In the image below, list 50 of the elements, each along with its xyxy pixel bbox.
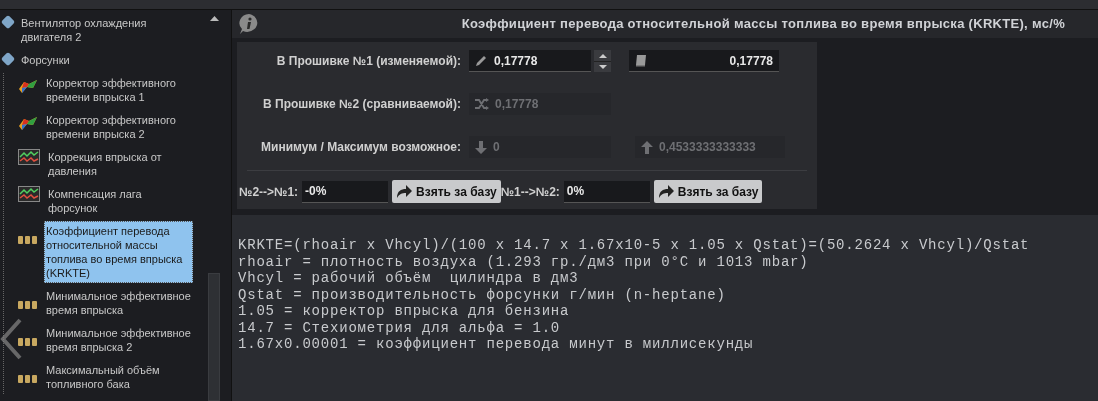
arrow-up-icon (641, 140, 653, 154)
caret-up-icon (598, 53, 607, 58)
tree-item[interactable]: Коэффициент перевода относительной массы топлива во время впрыска (KRKTE) (44, 221, 193, 283)
tree-item[interactable]: Корректор эффективного времени впрыска 1 (44, 73, 193, 107)
tree-item[interactable]: Вентилятор охлаждения двигателя 2 (19, 13, 193, 47)
field-label: В Прошивке №2 (сравниваемой): (262, 96, 462, 113)
decrement-button[interactable] (594, 61, 611, 72)
scrollbar-thumb[interactable] (208, 273, 220, 401)
arrow-down-icon (475, 140, 487, 154)
tree-item[interactable]: Корректор эффективного времени впрыска 2 (44, 110, 193, 144)
pencil-icon (475, 54, 488, 67)
percent-field[interactable]: -0% (302, 180, 389, 203)
percent-field[interactable]: 0% (563, 180, 650, 203)
field-label: В Прошивке №1 (изменяемой): (275, 53, 462, 70)
chart-icon (18, 149, 40, 165)
description-line: Vhcyl = рабочий объём цилиндра в дм3 (238, 270, 580, 287)
constant-icon (18, 235, 38, 245)
caret-down-icon (598, 65, 607, 69)
constant-icon (18, 337, 38, 347)
redo-arrow-icon (396, 185, 413, 198)
constant-icon (18, 300, 38, 310)
value-field[interactable]: 0,17778 (469, 50, 591, 72)
tree-item[interactable]: Минимальное эффективное время впрыска 2 (44, 323, 193, 357)
description-line: KRKTE=(rhoair x Vhcyl)/(100 x 14.7 x 1.67x10-5 x 1.05 x Qstat)=(50.2624 x Vhcyl)/Qstat (238, 237, 1031, 254)
tree-item[interactable]: Форсунки (19, 50, 193, 70)
description-line: 1.05 = корректор впрыска для бензина (238, 303, 571, 320)
flag-icon (18, 79, 38, 95)
increment-button[interactable] (594, 50, 611, 61)
description-line: Qstat = производительность форсунки г/мин (n-heptane) (238, 286, 727, 303)
take-as-base-button[interactable]: Взять за базу (653, 180, 763, 203)
description-line: 1.67x0.00001 = коэффициент перевода минут в миллисекунды (238, 336, 755, 353)
conversion-label: №2-->№1: (239, 183, 300, 201)
original-value-field[interactable]: 0,17778 (629, 50, 779, 72)
tree-item[interactable]: Минимальное эффективное время впрыска (44, 286, 193, 320)
description-line: 14.7 = Стехиометрия для альфа = 1.0 (238, 319, 562, 336)
scroll-up-icon[interactable] (209, 16, 219, 21)
tree-item[interactable]: Компенсация лага форсунок (46, 184, 193, 218)
tree-item[interactable]: Максимальный объём топливного бака (44, 360, 193, 394)
window-title: Коэффициент перевода относительной массы топлива во время впрыска (KRKTE), мс/% (461, 15, 1065, 34)
chart-icon (18, 186, 40, 202)
field-label: Минимум / Максимум возможное: (260, 139, 462, 156)
chevron-left-icon[interactable] (0, 318, 22, 360)
description-line: rhoair = плотность воздуха (1.293 гр./дм3 при 0°C и 1013 mbar) (238, 253, 810, 270)
conversion-label: №1-->№2: (500, 183, 561, 201)
tree-item[interactable]: Коррекция впрыска от давления (46, 147, 193, 181)
constant-icon (18, 374, 38, 384)
flag-icon (18, 116, 38, 132)
shuffle-icon (475, 98, 489, 110)
redo-arrow-icon (657, 185, 674, 198)
take-as-base-button[interactable]: Взять за базу (392, 180, 501, 203)
